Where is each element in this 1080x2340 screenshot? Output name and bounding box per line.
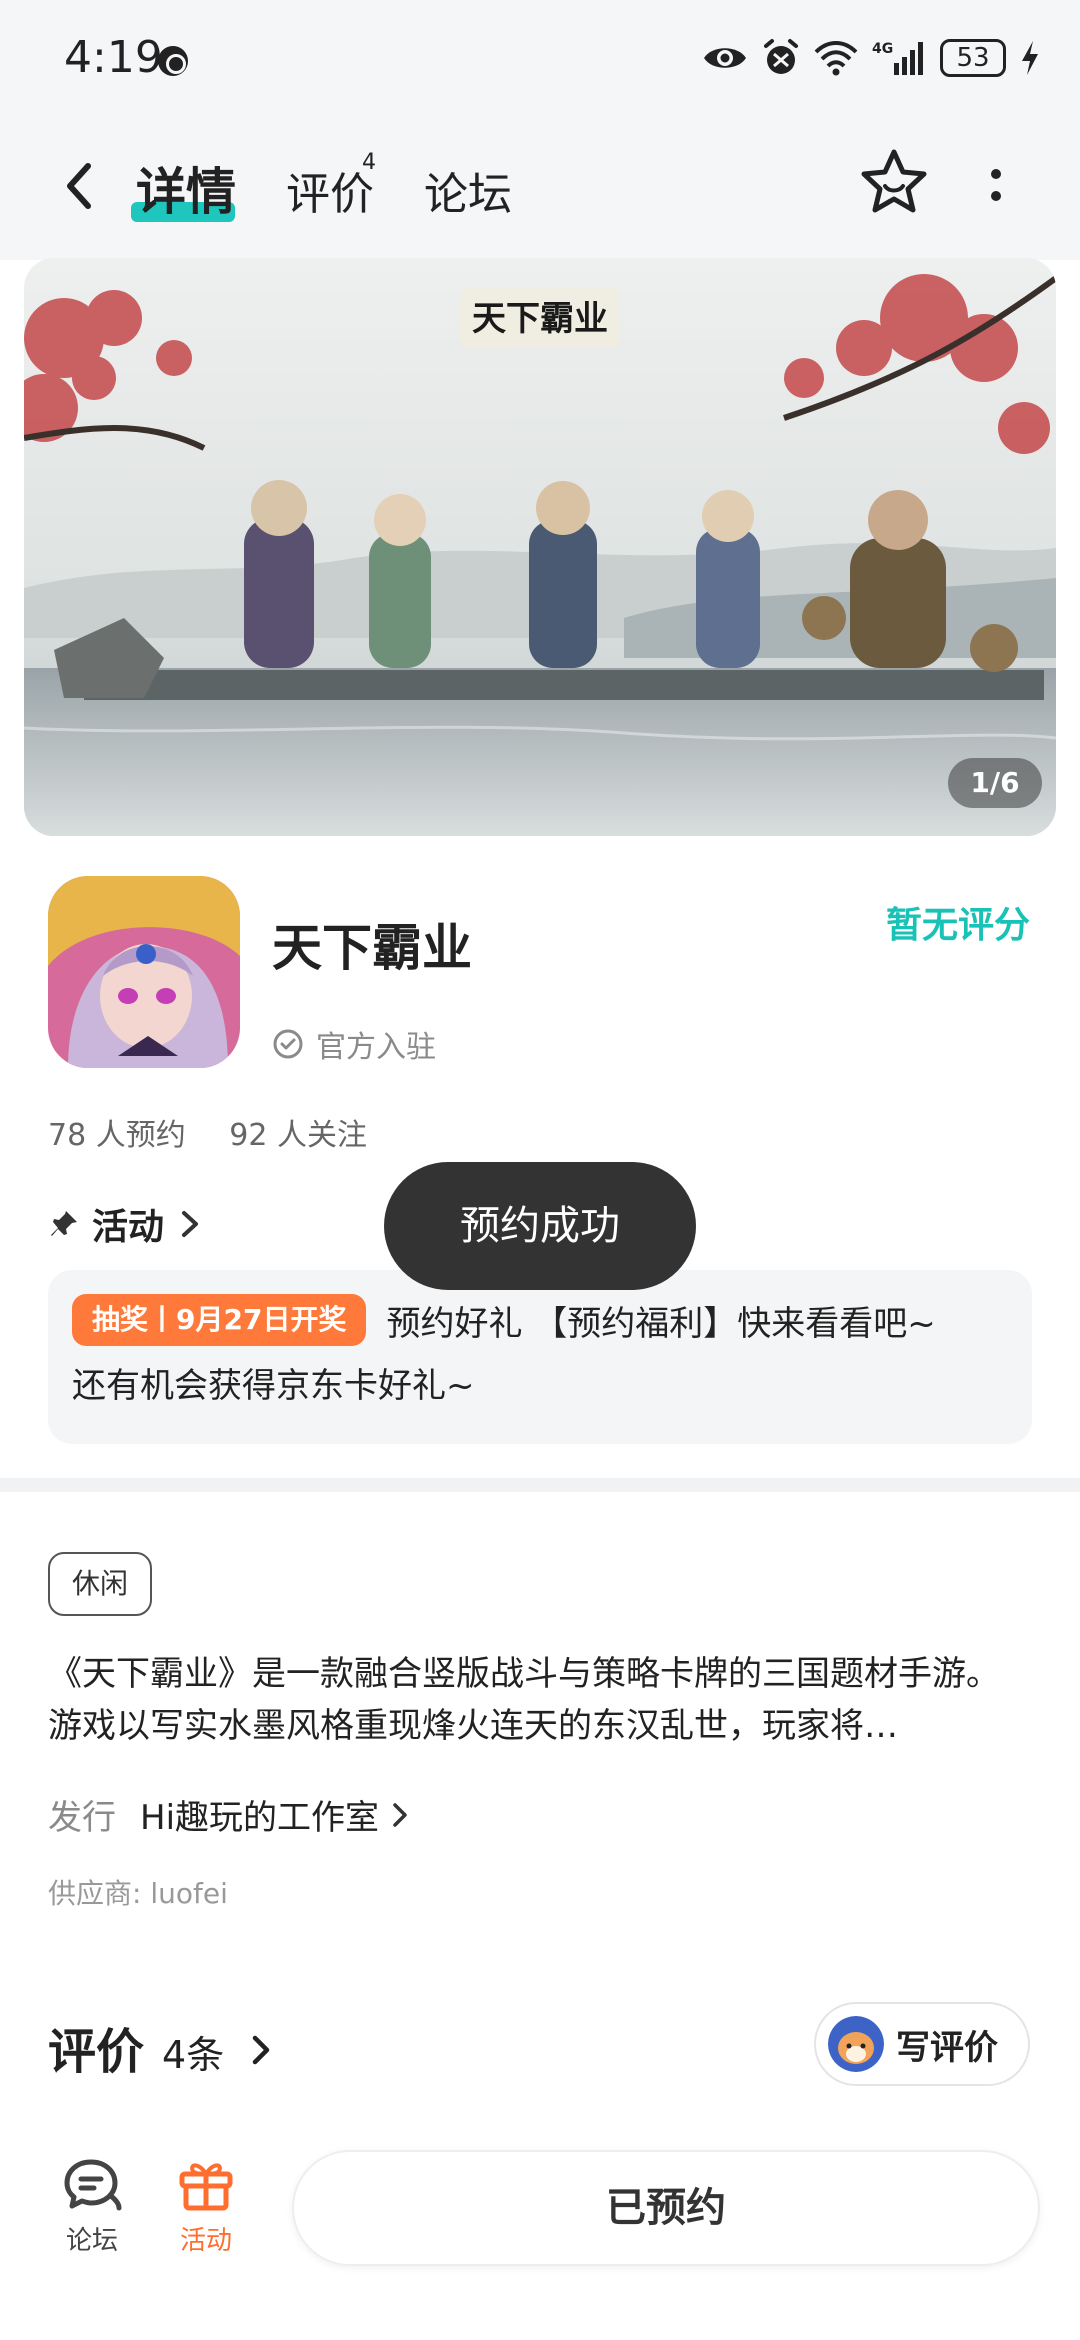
alarm-icon bbox=[764, 39, 798, 74]
activity-section-header[interactable]: 活动 bbox=[48, 1198, 204, 1250]
banner-logo-text: 天下霸业 bbox=[472, 299, 608, 339]
wifi-icon bbox=[814, 41, 858, 76]
carousel-counter: 1/6 bbox=[948, 758, 1042, 808]
top-nav: 详情 评价 4 论坛 bbox=[0, 120, 1080, 260]
tab-details[interactable]: 详情 bbox=[136, 152, 236, 224]
write-review-label: 写评价 bbox=[896, 2027, 998, 2068]
chevron-right-icon bbox=[252, 2035, 270, 2065]
status-bar: 4:19 4G 53 bbox=[0, 0, 1080, 120]
reserved-button[interactable]: 已预约 bbox=[292, 2150, 1040, 2266]
network-type-label: 4G bbox=[872, 41, 893, 57]
star-icon[interactable] bbox=[858, 146, 930, 218]
app-name: 天下霸业 bbox=[272, 919, 472, 977]
lottery-badge[interactable]: 抽奖丨9月27日开奖 bbox=[72, 1294, 367, 1346]
publisher-row[interactable]: 发行 Hi趣玩的工作室 bbox=[48, 1790, 411, 1839]
reviews-title: 评价 bbox=[48, 2024, 145, 2080]
tab-reviews-badge: 4 bbox=[362, 150, 376, 175]
status-time: 4:19 bbox=[64, 32, 163, 83]
eye-icon bbox=[704, 48, 746, 68]
verified-label: 官方入驻 bbox=[316, 1030, 436, 1065]
verified-badge: 官方入驻 bbox=[272, 1022, 436, 1066]
app-icon bbox=[48, 876, 240, 1068]
activity-heading: 活动 bbox=[92, 1207, 165, 1248]
tab-forum[interactable]: 论坛 bbox=[424, 158, 512, 222]
more-icon[interactable] bbox=[976, 160, 1016, 220]
tab-reviews[interactable]: 评价 bbox=[286, 158, 374, 222]
gift-icon bbox=[179, 2163, 233, 2211]
reviews-count: 4条 bbox=[162, 2033, 225, 2077]
avatar bbox=[828, 2016, 884, 2072]
game-description[interactable]: 《天下霸业》是一款融合竖版战斗与策略卡牌的三国题材手游。游戏以写实水墨风格重现烽… bbox=[48, 1648, 1032, 1752]
bottom-forum-button[interactable]: 论坛 bbox=[42, 2156, 142, 2257]
publisher-label: 发行 bbox=[48, 1798, 116, 1838]
bottom-forum-label: 论坛 bbox=[65, 2226, 118, 2256]
tab-details-label: 详情 bbox=[136, 163, 236, 221]
section-divider bbox=[0, 1478, 1080, 1492]
signal-icon: 4G bbox=[872, 41, 923, 75]
status-icons: 4G 53 bbox=[702, 36, 1040, 80]
pin-icon bbox=[51, 1211, 77, 1236]
back-icon[interactable] bbox=[52, 156, 112, 216]
reviews-header[interactable]: 评价 4条 bbox=[48, 2012, 274, 2082]
activity-text-line1: 预约好礼 【预约福利】快来看看吧~ bbox=[386, 1303, 936, 1344]
rating-status: 暂无评分 bbox=[885, 905, 1030, 946]
bottom-action-bar: 论坛 活动 已预约 bbox=[0, 2120, 1080, 2340]
charging-icon bbox=[1022, 41, 1038, 75]
game-detail-page: 4:19 4G 53 详情 评价 4 论坛 天下霸业 1/6 天下霸业 官方入驻… bbox=[0, 0, 1080, 2340]
chevron-right-icon bbox=[182, 1211, 199, 1237]
chevron-right-icon bbox=[393, 1802, 407, 1827]
publisher-name: Hi趣玩的工作室 bbox=[140, 1798, 380, 1838]
battery-indicator: 53 bbox=[940, 39, 1006, 77]
bottom-activity-label: 活动 bbox=[179, 2226, 232, 2256]
verified-icon bbox=[273, 1029, 303, 1059]
bottom-activity-button[interactable]: 活动 bbox=[156, 2156, 256, 2257]
app-stats: 78 人预约 92 人关注 bbox=[48, 1110, 367, 1154]
genre-tag[interactable]: 休闲 bbox=[48, 1552, 153, 1616]
toast-message: 预约成功 bbox=[384, 1162, 696, 1290]
screenshot-carousel[interactable]: 天下霸业 1/6 bbox=[24, 258, 1056, 836]
forum-icon bbox=[64, 2159, 122, 2211]
activity-text-line2: 还有机会获得京东卡好礼~ bbox=[72, 1366, 475, 1406]
write-review-button[interactable]: 写评价 bbox=[814, 2002, 1030, 2086]
reservation-count: 78 人预约 bbox=[48, 1118, 186, 1153]
banner-image: 天下霸业 bbox=[24, 258, 1056, 836]
notification-icon bbox=[158, 46, 188, 76]
activity-card[interactable]: 抽奖丨9月27日开奖 预约好礼 【预约福利】快来看看吧~ 还有机会获得京东卡好礼… bbox=[48, 1270, 1032, 1444]
supplier-info: 供应商: luofei bbox=[48, 1877, 228, 1910]
follower-count: 92 人关注 bbox=[229, 1118, 367, 1153]
